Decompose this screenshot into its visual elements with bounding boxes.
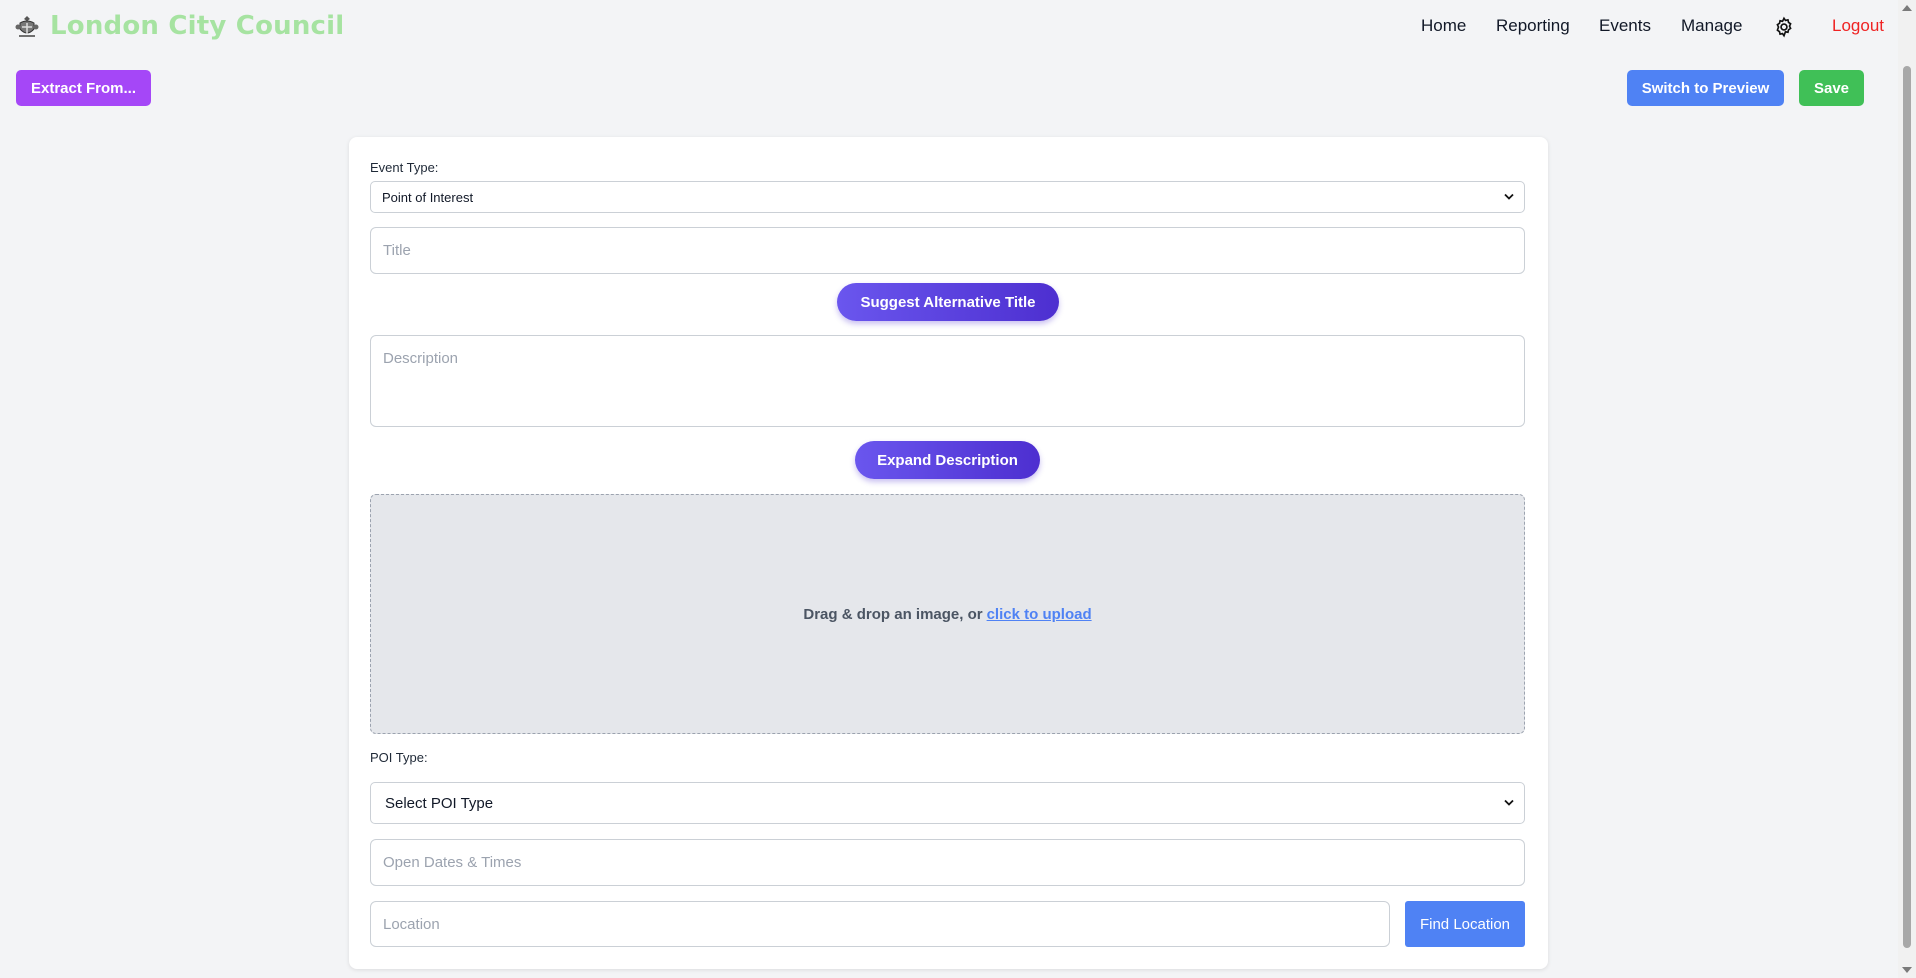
main-nav: Home Reporting Events Manage Logout — [0, 16, 1896, 40]
switch-to-preview-button[interactable]: Switch to Preview — [1627, 70, 1784, 106]
event-type-label: Event Type: — [370, 160, 439, 175]
location-input[interactable] — [370, 901, 1390, 947]
title-input[interactable] — [370, 227, 1525, 274]
nav-events[interactable]: Events — [1599, 16, 1651, 36]
event-type-value: Point of Interest — [382, 189, 474, 205]
page-scrollbar[interactable] — [1898, 0, 1916, 978]
description-textarea[interactable] — [370, 335, 1525, 427]
nav-reporting[interactable]: Reporting — [1496, 16, 1570, 36]
top-header: London City Council Home Reporting Event… — [0, 0, 1896, 54]
poi-type-label: POI Type: — [370, 750, 428, 765]
scrollbar-thumb[interactable] — [1903, 66, 1911, 948]
suggest-alternative-title-button[interactable]: Suggest Alternative Title — [837, 283, 1059, 321]
open-dates-times-input[interactable] — [370, 839, 1525, 886]
event-form-card: Event Type: Point of Interest Suggest Al… — [349, 137, 1548, 969]
extract-from-button[interactable]: Extract From... — [16, 70, 151, 106]
poi-type-value: Select POI Type — [385, 794, 494, 812]
save-button[interactable]: Save — [1799, 70, 1864, 106]
scroll-up-arrow-icon[interactable] — [1902, 5, 1912, 11]
expand-description-button[interactable]: Expand Description — [855, 441, 1040, 479]
find-location-button[interactable]: Find Location — [1405, 901, 1525, 947]
logout-link[interactable]: Logout — [1832, 16, 1884, 36]
gear-icon[interactable] — [1773, 16, 1795, 38]
nav-manage[interactable]: Manage — [1681, 16, 1742, 36]
chevron-down-icon — [1504, 193, 1514, 200]
chevron-down-icon — [1504, 799, 1514, 806]
poi-type-select[interactable]: Select POI Type — [370, 782, 1525, 824]
dropzone-text: Drag & drop an image, or — [803, 605, 983, 623]
event-type-select[interactable]: Point of Interest — [370, 181, 1525, 213]
image-dropzone[interactable]: Drag & drop an image, or click to upload — [370, 494, 1525, 734]
scroll-down-arrow-icon[interactable] — [1902, 967, 1912, 973]
nav-home[interactable]: Home — [1421, 16, 1466, 36]
click-to-upload-link[interactable]: click to upload — [987, 606, 1092, 623]
